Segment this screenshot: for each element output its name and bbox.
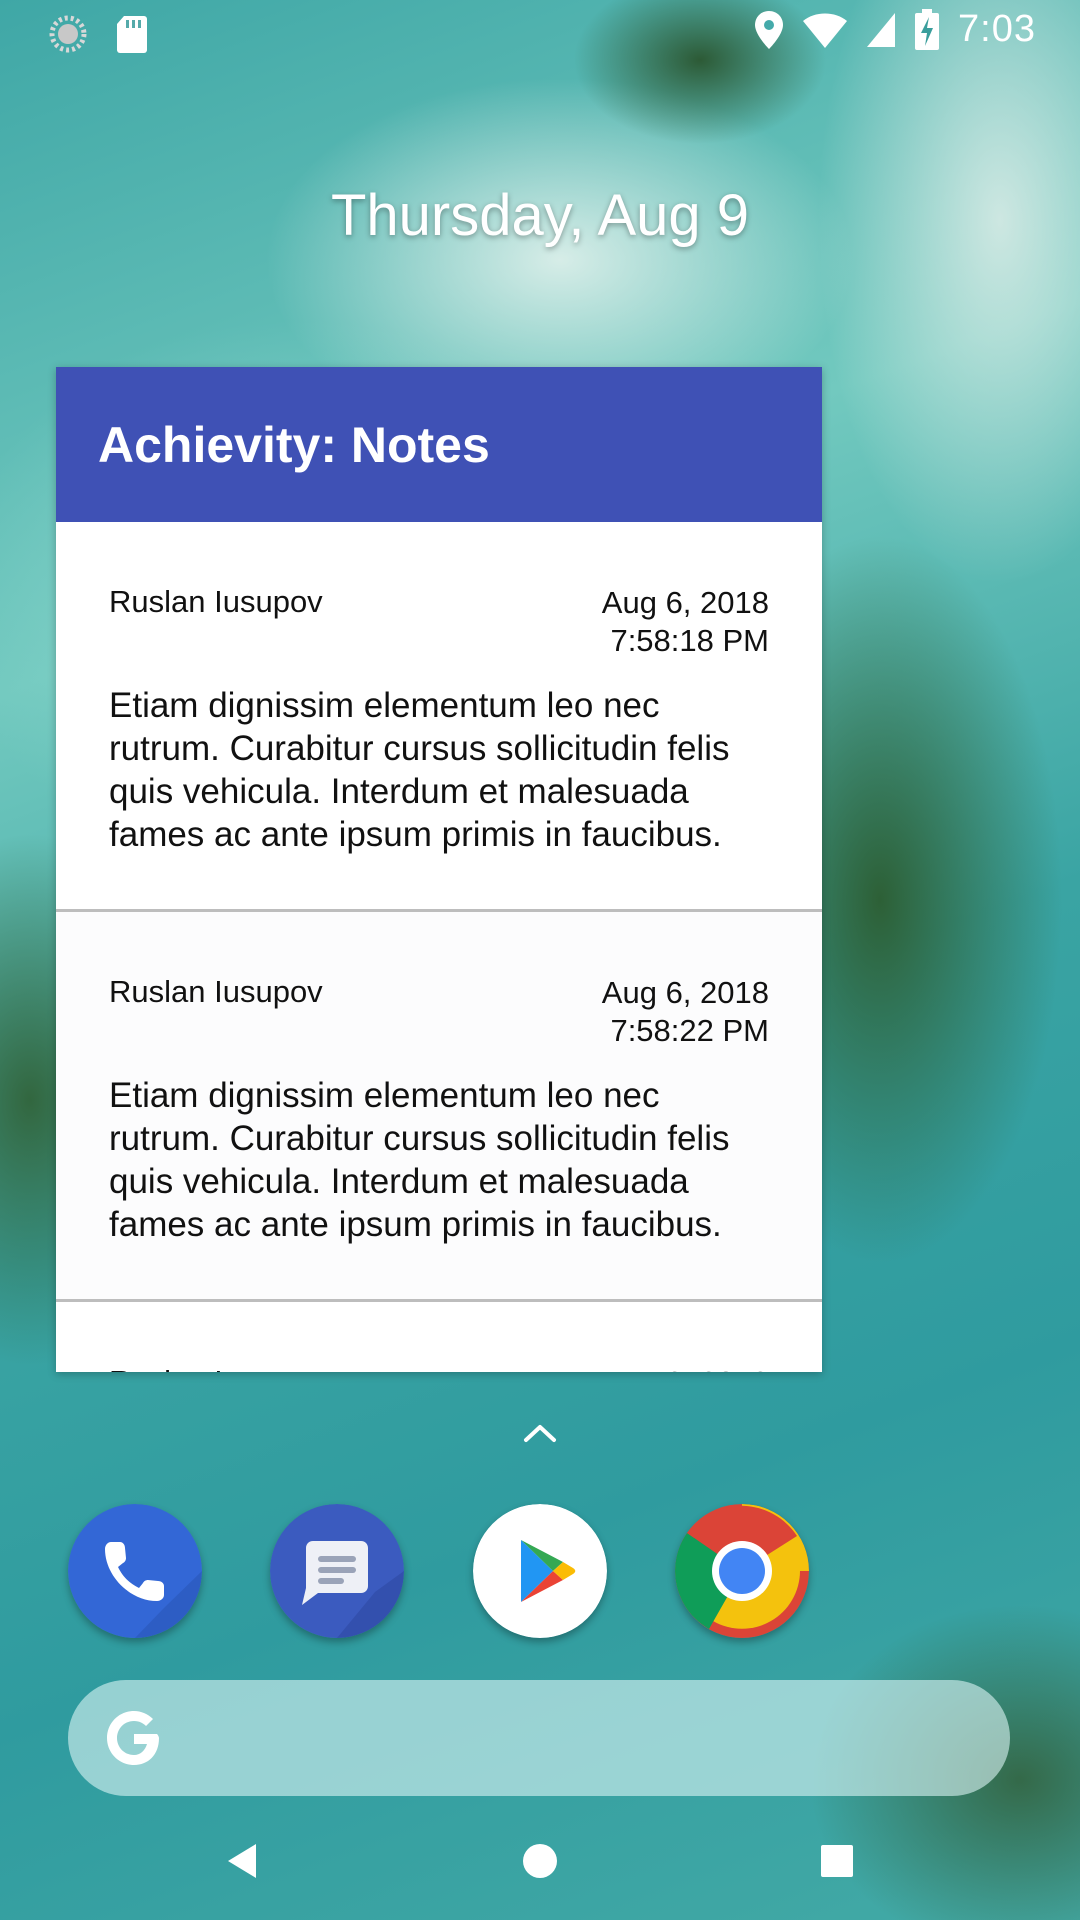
note-date: Aug 6, 2018 <box>601 585 769 620</box>
back-icon[interactable] <box>218 1836 268 1886</box>
widget-header[interactable]: Achievity: Notes <box>56 367 822 522</box>
status-time: 7:03 <box>958 8 1036 50</box>
note-time: 7:58:22 PM <box>610 1013 769 1048</box>
status-right: 7:03 <box>754 8 1036 51</box>
note-item[interactable]: Ruslan Iusupov Aug 6, 2018 7:58:18 PM Et… <box>56 522 822 912</box>
sync-icon <box>49 15 87 53</box>
navigation-bar <box>0 1800 1080 1920</box>
status-left <box>48 14 148 54</box>
wifi-icon <box>803 13 848 48</box>
note-timestamp: Aug 6, 2018 <box>602 1364 769 1372</box>
note-item[interactable]: Ruslan Iusupov Aug 6, 2018 7:58:22 PM Et… <box>56 912 822 1302</box>
note-body: Etiam dignissim elementum leo nec rutrum… <box>109 686 730 854</box>
chevron-up-icon[interactable] <box>520 1418 560 1448</box>
messages-app-icon[interactable] <box>270 1504 404 1638</box>
note-item[interactable]: Ruslan Iusupov Aug 6, 2018 <box>56 1302 822 1372</box>
note-author: Ruslan Iusupov <box>109 584 323 619</box>
location-icon <box>755 10 784 49</box>
note-author: Ruslan Iusupov <box>109 1364 323 1372</box>
status-bar: 7:03 <box>0 0 1080 64</box>
note-date: Aug 6, 2018 <box>602 1364 769 1372</box>
notes-list[interactable]: Ruslan Iusupov Aug 6, 2018 7:58:18 PM Et… <box>56 522 822 1372</box>
note-date: Aug 6, 2018 <box>601 975 769 1010</box>
play-store-app-icon[interactable] <box>473 1504 607 1638</box>
sd-card-icon <box>117 16 147 53</box>
note-author: Ruslan Iusupov <box>109 974 323 1009</box>
home-date[interactable]: Thursday, Aug 9 <box>0 182 1080 249</box>
dock <box>0 1504 1080 1638</box>
phone-app-icon[interactable] <box>68 1504 202 1638</box>
notes-widget[interactable]: Achievity: Notes Ruslan Iusupov Aug 6, 2… <box>56 367 822 1372</box>
note-body: Etiam dignissim elementum leo nec rutrum… <box>109 1076 730 1244</box>
home-icon[interactable] <box>515 1836 565 1886</box>
note-timestamp: Aug 6, 2018 7:58:18 PM <box>602 584 769 660</box>
signal-icon <box>867 12 896 47</box>
battery-charging-icon <box>915 8 940 50</box>
note-timestamp: Aug 6, 2018 7:58:22 PM <box>602 974 769 1050</box>
widget-title: Achievity: Notes <box>98 416 490 473</box>
google-search-bar[interactable] <box>68 1680 1010 1796</box>
google-g-icon <box>107 1711 159 1765</box>
note-time: 7:58:18 PM <box>610 623 769 658</box>
chrome-app-icon[interactable] <box>675 1504 809 1638</box>
recents-icon[interactable] <box>812 1836 862 1886</box>
